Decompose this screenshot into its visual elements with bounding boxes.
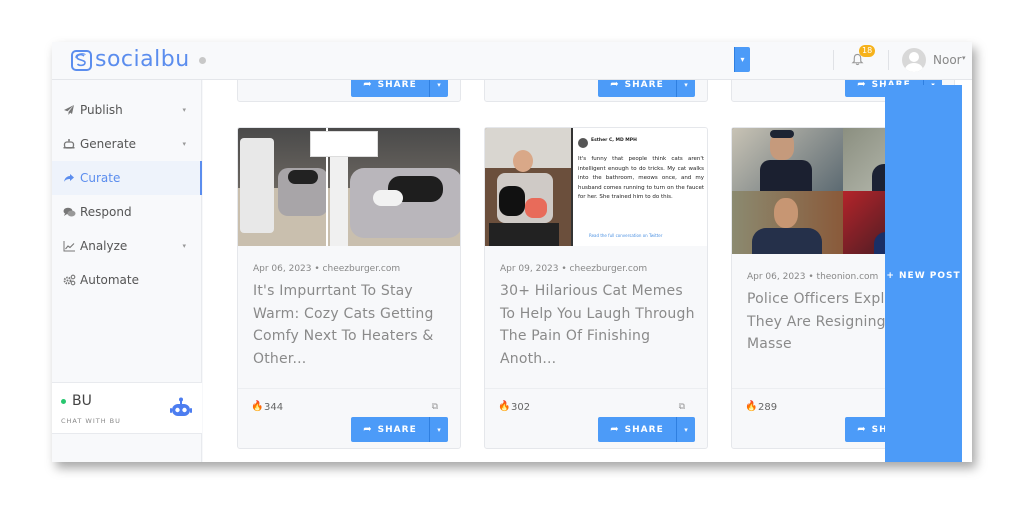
cogs-icon bbox=[62, 273, 76, 287]
sidebar-item-analyze[interactable]: Analyze ▾ bbox=[52, 229, 202, 263]
chevron-down-icon: ▾ bbox=[740, 55, 745, 64]
logo-text: socialbu bbox=[95, 47, 190, 72]
fire-icon: 🔥 bbox=[498, 401, 511, 412]
card-divider bbox=[485, 388, 707, 389]
tweet-author: Esther C, MD MPH bbox=[591, 138, 637, 143]
share-arrow-icon: ➦ bbox=[363, 80, 373, 90]
share-arrow-icon bbox=[62, 171, 76, 185]
feed-card-partial: ➦SHARE ▾ bbox=[484, 80, 708, 102]
robot-icon[interactable] bbox=[170, 397, 192, 421]
chat-bubbles-icon bbox=[62, 205, 76, 219]
chevron-down-icon: ▾ bbox=[182, 140, 186, 148]
engagement-score: 289 bbox=[758, 402, 778, 413]
share-button-group: ➦SHARE ▾ bbox=[598, 80, 695, 97]
user-avatar[interactable] bbox=[902, 48, 926, 72]
online-status-dot bbox=[61, 399, 66, 404]
sidebar-item-generate[interactable]: Generate ▾ bbox=[52, 127, 202, 161]
cat-meme-tweet-image[interactable]: Esther C, MD MPH It's funny that people … bbox=[485, 128, 707, 246]
sidebar-item-respond[interactable]: Respond bbox=[52, 195, 202, 229]
chat-with-bu-panel[interactable]: BU CHAT WITH BU bbox=[52, 382, 202, 434]
chevron-down-icon: ▾ bbox=[437, 80, 441, 89]
sidebar-item-label: Respond bbox=[80, 205, 132, 219]
sidebar-item-automate[interactable]: Automate bbox=[52, 263, 202, 297]
new-post-button[interactable]: + NEW POST bbox=[885, 85, 962, 462]
card-divider bbox=[238, 388, 460, 389]
paper-plane-icon bbox=[62, 103, 76, 117]
cats-on-heated-beds-image[interactable] bbox=[238, 128, 460, 246]
share-button[interactable]: ➦SHARE bbox=[598, 80, 676, 97]
robot-icon bbox=[62, 137, 76, 151]
header-divider bbox=[833, 50, 834, 70]
sidebar-item-label: Automate bbox=[80, 273, 139, 287]
app-window: socialbu + NEW POST ▾ 18 Noor ▾ Publish … bbox=[52, 42, 972, 462]
share-dropdown-toggle[interactable]: ▾ bbox=[676, 80, 695, 97]
engagement-score: 302 bbox=[511, 402, 531, 413]
article-meta: Apr 09, 2023 • cheezburger.com bbox=[500, 264, 648, 274]
new-post-dropdown-toggle[interactable]: ▾ bbox=[734, 47, 750, 72]
feed-card: Esther C, MD MPH It's funny that people … bbox=[484, 127, 708, 449]
share-arrow-icon: ➦ bbox=[610, 424, 620, 435]
sidebar-item-curate[interactable]: Curate bbox=[52, 161, 202, 195]
fire-icon: 🔥 bbox=[745, 401, 758, 412]
status-dot bbox=[198, 56, 206, 64]
feed-card: Apr 06, 2023 • cheezburger.com It's Impu… bbox=[237, 127, 461, 449]
chevron-down-icon[interactable]: ▾ bbox=[962, 54, 966, 62]
top-header: socialbu + NEW POST ▾ 18 Noor ▾ bbox=[52, 42, 972, 462]
external-link-icon[interactable]: ⧉ bbox=[679, 402, 685, 412]
engagement-score: 344 bbox=[264, 402, 284, 413]
share-arrow-icon: ➦ bbox=[363, 424, 373, 435]
share-button-group: ➦SHARE ▾ bbox=[351, 80, 448, 97]
feed-card-partial: ➦SHARE ▾ bbox=[237, 80, 461, 102]
logo[interactable]: socialbu bbox=[71, 48, 206, 72]
chevron-down-icon: ▾ bbox=[182, 242, 186, 250]
share-button[interactable]: ➦SHARE bbox=[598, 417, 676, 442]
tweet-text: It's funny that people think cats aren't… bbox=[578, 156, 704, 200]
share-button[interactable]: ➦SHARE bbox=[351, 417, 429, 442]
chevron-down-icon: ▾ bbox=[437, 425, 441, 434]
sidebar: Publish ▾ Generate ▾ Curate Respond Anal… bbox=[52, 80, 202, 462]
fire-icon: 🔥 bbox=[251, 401, 264, 412]
share-dropdown-toggle[interactable]: ▾ bbox=[676, 417, 695, 442]
chevron-down-icon: ▾ bbox=[684, 425, 688, 434]
bu-title: BU bbox=[72, 393, 92, 409]
share-button-group: ➦SHARE ▾ bbox=[351, 417, 448, 442]
share-arrow-icon: ➦ bbox=[857, 424, 867, 435]
article-meta: Apr 06, 2023 • cheezburger.com bbox=[253, 264, 401, 274]
sidebar-item-label: Publish bbox=[80, 103, 123, 117]
bu-subtitle: CHAT WITH BU bbox=[61, 417, 121, 425]
article-title[interactable]: 30+ Hilarious Cat Memes To Help You Laug… bbox=[500, 280, 698, 370]
logo-icon bbox=[71, 49, 92, 71]
article-meta: Apr 06, 2023 • theonion.com bbox=[747, 272, 879, 282]
external-link-icon[interactable]: ⧉ bbox=[432, 402, 438, 412]
share-arrow-icon: ➦ bbox=[610, 80, 620, 90]
sidebar-item-label: Generate bbox=[80, 137, 137, 151]
tweet-footer-link: Read the full conversation on Twitter bbox=[589, 233, 663, 238]
share-arrow-icon: ➦ bbox=[857, 80, 867, 90]
new-post-button-group: + NEW POST ▾ bbox=[734, 47, 962, 462]
curate-feed: ➦SHARE ▾ ➦SHARE ▾ ➦SHARE ▾ bbox=[203, 80, 972, 462]
username[interactable]: Noor bbox=[933, 53, 962, 67]
share-dropdown-toggle[interactable]: ▾ bbox=[429, 417, 448, 442]
line-chart-icon bbox=[62, 239, 76, 253]
header-divider bbox=[888, 50, 889, 70]
share-dropdown-toggle[interactable]: ▾ bbox=[429, 80, 448, 97]
sidebar-item-publish[interactable]: Publish ▾ bbox=[52, 93, 202, 127]
share-button-group: ➦SHARE ▾ bbox=[598, 417, 695, 442]
chevron-down-icon: ▾ bbox=[684, 80, 688, 89]
article-title[interactable]: It's Impurrtant To Stay Warm: Cozy Cats … bbox=[253, 280, 451, 370]
chevron-down-icon: ▾ bbox=[182, 106, 186, 114]
sidebar-item-label: Curate bbox=[80, 171, 121, 185]
share-button[interactable]: ➦SHARE bbox=[351, 80, 429, 97]
sidebar-item-label: Analyze bbox=[80, 239, 128, 253]
notification-count-badge: 18 bbox=[859, 45, 876, 57]
